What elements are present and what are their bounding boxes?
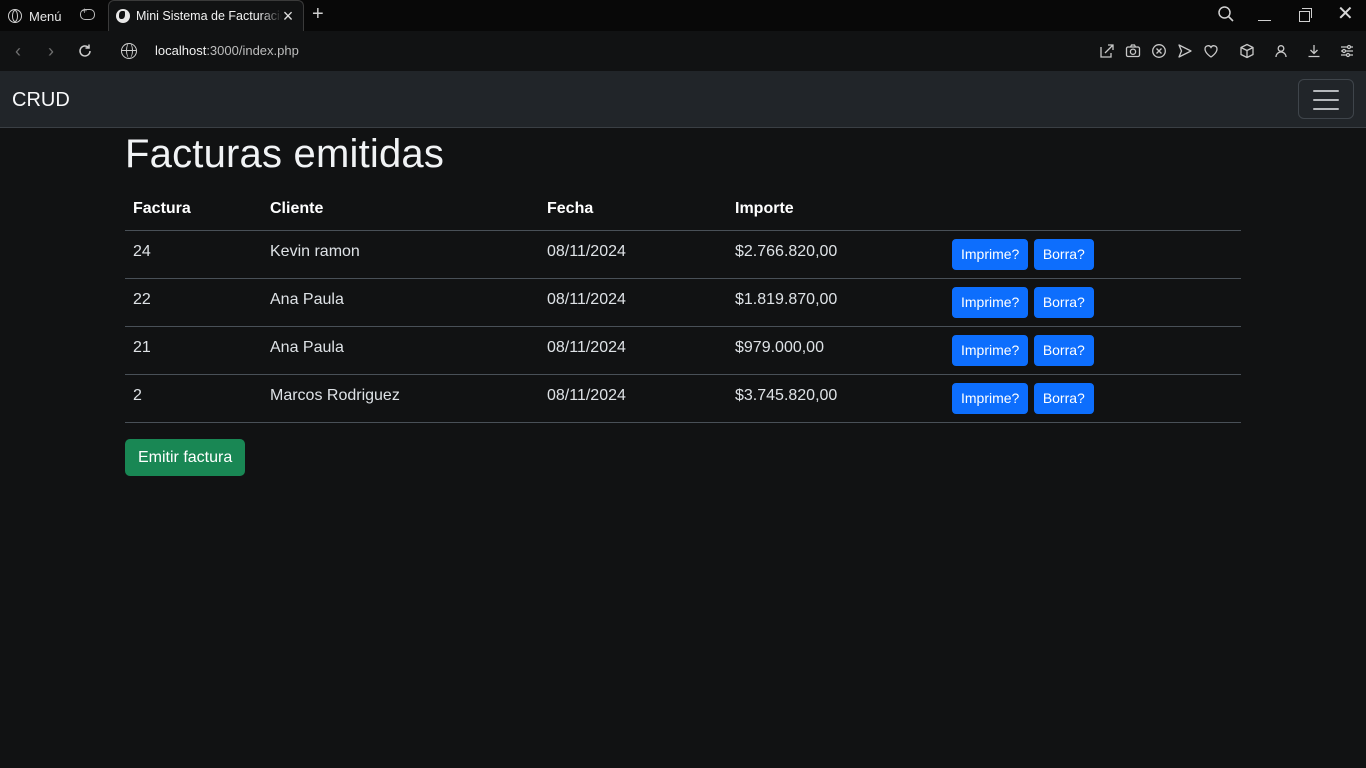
emit-invoice-button[interactable]: Emitir factura bbox=[125, 438, 246, 476]
column-header-fecha: Fecha bbox=[539, 189, 727, 231]
reload-icon[interactable] bbox=[75, 41, 95, 61]
delete-button[interactable]: Borra? bbox=[1033, 286, 1094, 318]
cell-cliente: Kevin ramon bbox=[262, 230, 539, 279]
extensions-cube-icon[interactable] bbox=[1239, 43, 1255, 59]
url-host: localhost bbox=[155, 43, 207, 58]
easy-setup-icon[interactable] bbox=[1339, 43, 1355, 59]
send-icon[interactable] bbox=[1177, 43, 1193, 59]
hamburger-line-icon bbox=[1313, 90, 1339, 92]
cell-actions: Imprime? Borra? bbox=[944, 326, 1241, 375]
table-row: 24 Kevin ramon 08/11/2024 $2.766.820,00 … bbox=[125, 230, 1241, 279]
navbar-toggler-button[interactable] bbox=[1298, 79, 1354, 119]
restore-icon[interactable] bbox=[1299, 8, 1313, 22]
cell-actions: Imprime? Borra? bbox=[944, 278, 1241, 327]
invoices-table: Factura Cliente Fecha Importe 24 Kevin r… bbox=[125, 189, 1241, 423]
cell-fecha: 08/11/2024 bbox=[539, 374, 727, 423]
cell-fecha: 08/11/2024 bbox=[539, 278, 727, 327]
ad-block-icon[interactable] bbox=[1151, 43, 1167, 59]
opera-menu-button[interactable]: Menú bbox=[8, 6, 62, 26]
page-title: Facturas emitidas bbox=[125, 132, 445, 176]
app-navbar: CRUD bbox=[0, 71, 1366, 128]
heart-icon[interactable] bbox=[1203, 43, 1219, 59]
cell-fecha: 08/11/2024 bbox=[539, 326, 727, 375]
minimize-icon[interactable] bbox=[1258, 8, 1272, 22]
hamburger-line-icon bbox=[1313, 108, 1339, 110]
camera-icon[interactable] bbox=[1125, 43, 1141, 59]
cell-factura: 24 bbox=[125, 230, 262, 279]
url-field[interactable]: localhost:3000/index.php bbox=[155, 43, 299, 58]
main-container: Facturas emitidas Factura Cliente Fecha … bbox=[125, 128, 1241, 476]
cell-actions: Imprime? Borra? bbox=[944, 230, 1241, 279]
print-button[interactable]: Imprime? bbox=[952, 238, 1029, 270]
site-info-globe-icon[interactable] bbox=[121, 43, 137, 59]
delete-button[interactable]: Borra? bbox=[1033, 382, 1094, 414]
navbar-brand[interactable]: CRUD bbox=[12, 89, 70, 112]
cell-actions: Imprime? Borra? bbox=[944, 374, 1241, 423]
opera-logo-icon bbox=[8, 9, 22, 23]
search-tabs-icon[interactable] bbox=[1217, 5, 1235, 23]
column-header-cliente: Cliente bbox=[262, 189, 539, 231]
cell-factura: 22 bbox=[125, 278, 262, 327]
globe-icon bbox=[116, 9, 130, 23]
table-row: 21 Ana Paula 08/11/2024 $979.000,00 Impr… bbox=[125, 326, 1241, 375]
back-icon[interactable]: ‹ bbox=[8, 41, 28, 61]
print-button[interactable]: Imprime? bbox=[952, 286, 1029, 318]
url-path: :3000/index.php bbox=[206, 43, 299, 58]
gamepad-icon[interactable] bbox=[80, 6, 95, 20]
browser-tab-active[interactable]: Mini Sistema de Facturación × bbox=[108, 0, 304, 31]
download-icon[interactable] bbox=[1306, 43, 1322, 59]
column-header-factura: Factura bbox=[125, 189, 262, 231]
opera-menu-label: Menú bbox=[29, 8, 62, 24]
print-button[interactable]: Imprime? bbox=[952, 334, 1029, 366]
cell-importe: $3.745.820,00 bbox=[727, 374, 944, 423]
column-header-actions bbox=[944, 189, 1241, 231]
share-icon[interactable] bbox=[1099, 43, 1115, 59]
cell-factura: 2 bbox=[125, 374, 262, 423]
table-header-row: Factura Cliente Fecha Importe bbox=[125, 189, 1241, 231]
cell-fecha: 08/11/2024 bbox=[539, 230, 727, 279]
profile-icon[interactable] bbox=[1273, 43, 1289, 59]
forward-icon[interactable]: › bbox=[41, 41, 61, 61]
cell-importe: $979.000,00 bbox=[727, 326, 944, 375]
browser-tab-strip: Menú Mini Sistema de Facturación × + ✕ bbox=[0, 0, 1366, 31]
print-button[interactable]: Imprime? bbox=[952, 382, 1029, 414]
tab-title: Mini Sistema de Facturación bbox=[136, 9, 282, 23]
cell-importe: $1.819.870,00 bbox=[727, 278, 944, 327]
address-bar: ‹ › localhost:3000/index.php bbox=[0, 31, 1366, 71]
column-header-importe: Importe bbox=[727, 189, 944, 231]
cell-factura: 21 bbox=[125, 326, 262, 375]
cell-cliente: Ana Paula bbox=[262, 326, 539, 375]
cell-cliente: Ana Paula bbox=[262, 278, 539, 327]
hamburger-line-icon bbox=[1313, 99, 1339, 101]
close-tab-icon[interactable]: × bbox=[281, 7, 295, 25]
new-tab-icon[interactable]: + bbox=[312, 3, 324, 25]
delete-button[interactable]: Borra? bbox=[1033, 334, 1094, 366]
cell-importe: $2.766.820,00 bbox=[727, 230, 944, 279]
cell-cliente: Marcos Rodriguez bbox=[262, 374, 539, 423]
table-row: 22 Ana Paula 08/11/2024 $1.819.870,00 Im… bbox=[125, 278, 1241, 327]
close-window-icon[interactable]: ✕ bbox=[1337, 4, 1354, 24]
delete-button[interactable]: Borra? bbox=[1033, 238, 1094, 270]
table-row: 2 Marcos Rodriguez 08/11/2024 $3.745.820… bbox=[125, 374, 1241, 423]
